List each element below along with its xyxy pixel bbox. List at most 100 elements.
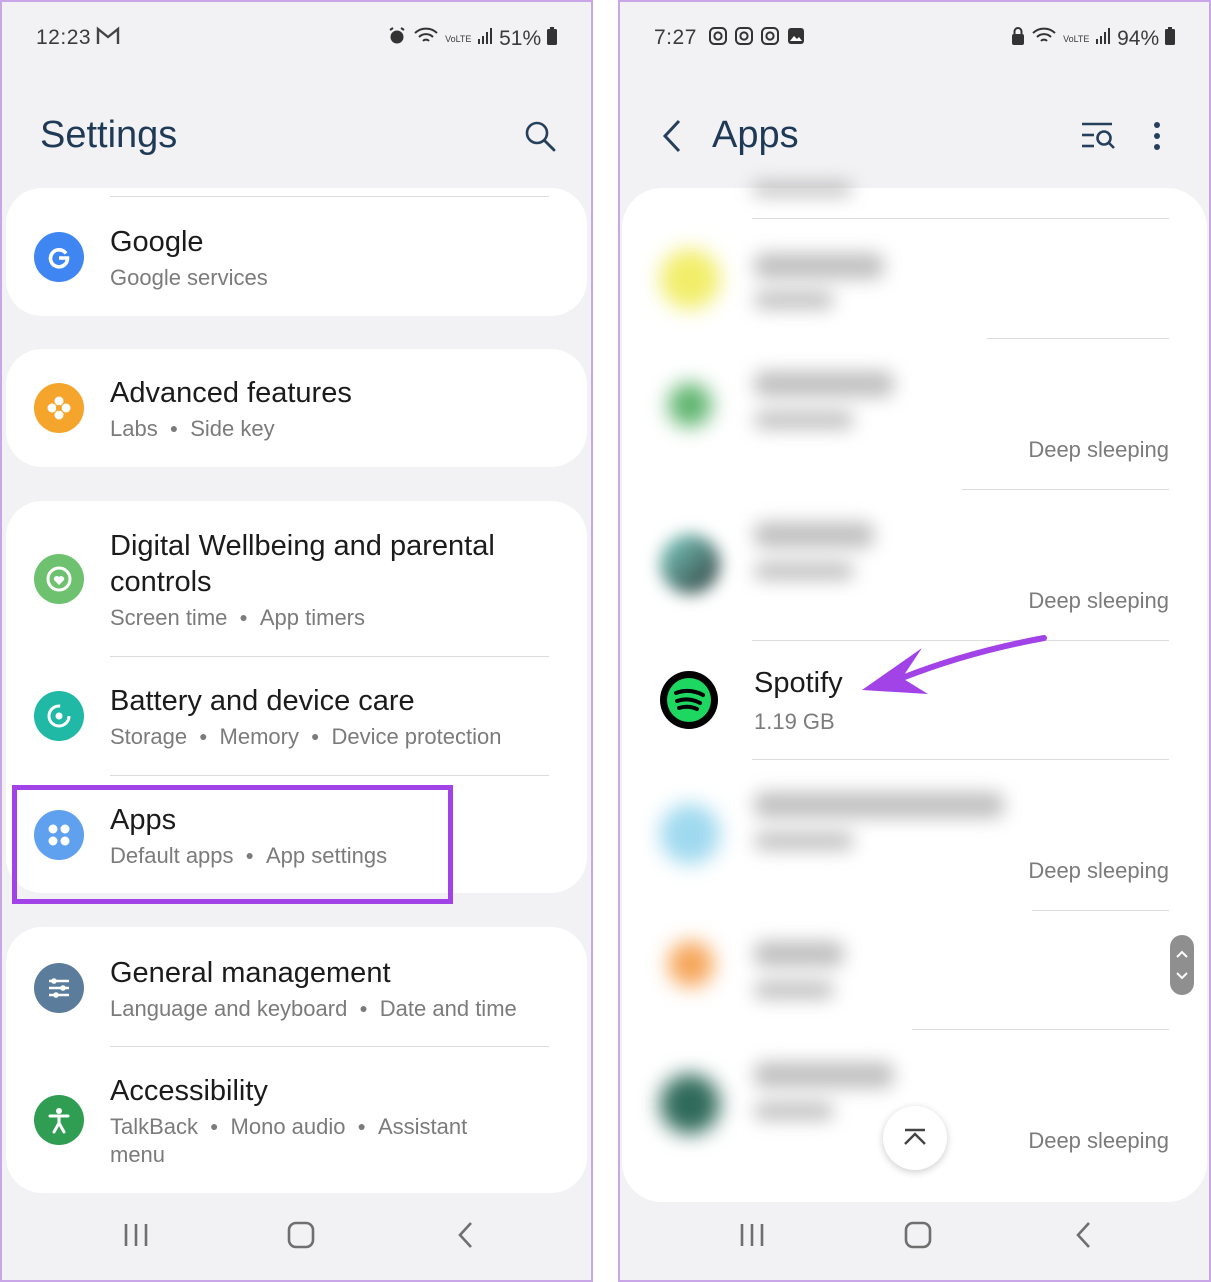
app-icon-blurred [668,941,714,987]
settings-item-google[interactable]: Google Google services [6,188,587,316]
blurred-app-size [754,291,834,309]
item-subtitle: Screen time ● App timers [110,605,366,630]
battery-care-icon [34,691,84,741]
alarm-icon [387,26,407,52]
general-management-icon [34,963,84,1013]
page-title: Apps [712,114,799,156]
blurred-app-name [754,1062,894,1088]
back-button[interactable] [1072,1220,1096,1255]
spotify-icon [660,671,718,729]
scrollbar-handle[interactable] [1170,935,1194,995]
battery-percent: 94% [1117,27,1160,50]
battery-percent: 51% [499,27,542,50]
item-title: Accessibility [110,1075,268,1107]
pointer-arrow [862,635,1047,694]
more-options-icon[interactable] [1152,120,1162,157]
settings-card-google: Google Google services [6,188,587,316]
blurred-app-size [754,1102,834,1120]
advanced-features-icon [34,383,84,433]
item-subtitle: TalkBack ● Mono audio ● Assistant [110,1114,468,1139]
app-size: 1.19 GB [754,709,835,734]
app-row-blurred[interactable] [622,219,1207,339]
item-title: Digital Wellbeing and parental [110,530,495,562]
accessibility-icon [34,1095,84,1145]
settings-card-advanced: Advanced features Labs ● Side key [6,349,587,467]
recents-button[interactable] [122,1220,150,1255]
navigation-bar [620,1194,1209,1280]
item-subtitle: Google services [110,265,268,290]
status-bar: 12:23 VoLTE 51% [2,20,591,56]
status-time: 7:27 [654,26,697,49]
settings-item-digital-wellbeing[interactable]: Digital Wellbeing and parental controls … [6,501,587,656]
page-title: Settings [40,114,178,156]
app-name: Spotify [754,667,843,699]
volte-icon: VoLTE [1063,33,1090,44]
home-button[interactable] [286,1220,316,1255]
app-icon-blurred [660,534,720,594]
filter-search-icon[interactable] [1080,120,1116,157]
deep-sleeping-label: Deep sleeping [1028,858,1169,883]
blurred-app-name [754,941,844,967]
wifi-icon [1031,26,1057,52]
volte-icon: VoLTE [445,33,472,44]
blurred-app-name [754,371,894,397]
home-button[interactable] [903,1220,933,1255]
google-icon [34,232,84,282]
digital-wellbeing-icon [34,554,84,604]
item-subtitle-line2: menu [110,1142,166,1167]
status-right: VoLTE 51% [387,26,557,52]
blurred-app-size [754,832,854,850]
app-row-blurred[interactable]: Deep sleeping [622,339,1207,489]
signal-icon [1095,27,1111,51]
item-title-line2: controls [110,566,212,598]
navigation-bar [2,1194,591,1280]
signal-icon [477,27,493,51]
back-arrow-icon[interactable] [660,118,686,159]
settings-item-battery[interactable]: Battery and device care Storage ● Memory ● D… [6,657,587,775]
battery-icon [547,27,557,51]
deep-sleeping-label: Deep sleeping [1028,588,1169,613]
back-button[interactable] [454,1220,478,1255]
lock-icon [1011,26,1025,52]
gmail-icon [96,26,120,52]
status-bar: 7:27 VoLTE 94% [620,20,1209,56]
instagram-icon [734,26,754,52]
settings-item-advanced-features[interactable]: Advanced features Labs ● Side key [6,349,587,467]
apps-highlight-box [12,785,453,904]
settings-card-general: General management Language and keyboard… [6,927,587,1193]
blurred-app-size [754,562,854,580]
recents-button[interactable] [738,1220,766,1255]
item-subtitle: Language and keyboard ● Date and time [110,996,517,1021]
app-row-blurred[interactable]: Deep sleeping [622,760,1207,910]
status-right: VoLTE 94% [1011,26,1175,52]
battery-icon [1165,27,1175,51]
settings-item-accessibility[interactable]: Accessibility TalkBack ● Mono audio ● Assist… [6,1047,587,1193]
blurred-app-name [754,253,884,279]
blurred-app-name [754,522,874,548]
deep-sleeping-label: Deep sleeping [1028,437,1169,462]
item-title: Advanced features [110,377,352,409]
settings-item-general-management[interactable]: General management Language and keyboard… [6,927,587,1046]
wifi-icon [413,26,439,52]
app-icon-blurred [668,383,712,427]
item-subtitle: Storage ● Memory ● Device protection [110,724,502,749]
app-row-blurred[interactable]: Deep sleeping [622,490,1207,640]
deep-sleeping-label: Deep sleeping [1028,1128,1169,1153]
instagram-icon [760,26,780,52]
search-icon[interactable] [524,120,556,157]
settings-screen: 12:23 VoLTE 51% Settings Google Google s… [0,0,593,1282]
blurred-app-name [754,792,1004,818]
status-time: 12:23 [36,26,92,49]
blurred-app-size [754,411,854,429]
scroll-to-top-button[interactable] [883,1106,947,1170]
item-subtitle: Labs ● Side key [110,416,275,441]
item-title: Google [110,226,204,258]
blurred-size [752,182,852,196]
app-row-blurred[interactable] [622,911,1207,1029]
blurred-app-size [754,981,834,999]
item-title: Battery and device care [110,685,415,717]
item-title: General management [110,957,391,989]
app-icon-blurred [660,1074,720,1134]
instagram-icon [708,26,728,52]
app-icon-blurred [660,804,720,864]
